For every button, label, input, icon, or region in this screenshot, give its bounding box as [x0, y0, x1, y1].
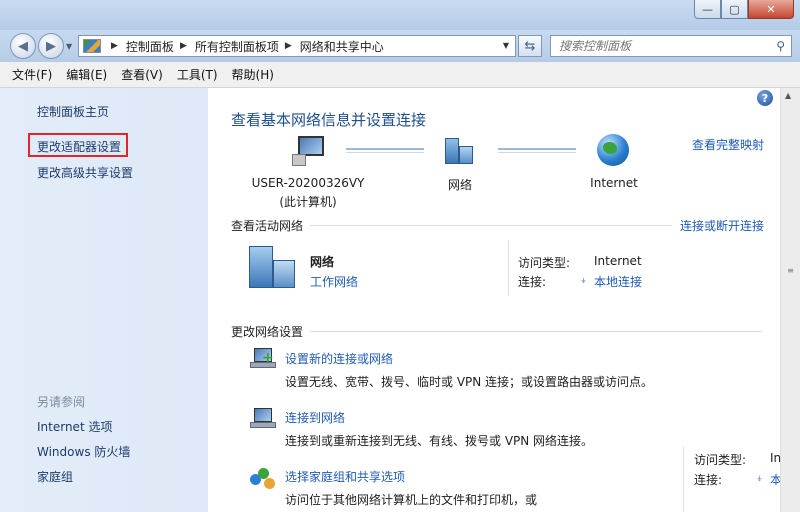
refresh-button[interactable]: ⇆	[518, 35, 542, 57]
forward-button[interactable]: ▶	[38, 33, 64, 59]
scrollbar-grip-icon[interactable]: ≡	[783, 266, 798, 280]
task-homegroup-desc: 访问位于其他网络计算机上的文件和打印机，或	[285, 493, 538, 507]
active-networks-heading: 查看活动网络	[231, 219, 304, 233]
help-icon[interactable]: ?	[757, 90, 773, 106]
connect-network-icon	[250, 408, 276, 432]
map-connector-line	[498, 148, 576, 153]
maximize-button[interactable]: ▢	[721, 0, 748, 19]
search-icon[interactable]: ⚲	[776, 39, 785, 53]
back-button[interactable]: ◀	[10, 33, 36, 59]
overlay-access-type-value: Intern	[770, 451, 780, 465]
section-divider	[310, 225, 672, 226]
computer-sub-label: (此计算机)	[279, 195, 337, 209]
sidebar-link-control-panel-home[interactable]: 控制面板主页	[37, 103, 109, 120]
overlay-access-type-label: 访问类型:	[694, 453, 747, 467]
window-controls: — ▢ ✕	[694, 0, 794, 19]
breadcrumb-network-center[interactable]: 网络和共享中心	[300, 38, 384, 55]
network-type-link[interactable]: 工作网络	[310, 273, 358, 290]
network-icon[interactable]	[445, 138, 475, 164]
menu-bar: 文件(F) 编辑(E) 查看(V) 工具(T) 帮助(H)	[0, 62, 800, 88]
menu-file[interactable]: 文件(F)	[12, 66, 52, 83]
network-label: 网络	[447, 178, 472, 192]
breadcrumb-label: 网络和共享中心	[299, 39, 384, 54]
forward-arrow-icon: ▶	[46, 38, 56, 54]
task-connect-network[interactable]: 连接到网络	[285, 409, 345, 426]
back-arrow-icon: ◀	[18, 38, 28, 54]
scroll-up-icon[interactable]: ▲	[785, 91, 791, 100]
see-also-firewall[interactable]: Windows 防火墙	[37, 443, 130, 460]
refresh-icon: ⇆	[524, 38, 536, 54]
minimize-button[interactable]: —	[694, 0, 721, 19]
search-input[interactable]	[551, 36, 761, 56]
menu-edit[interactable]: 编辑(E)	[66, 66, 107, 83]
see-also-heading: 另请参阅	[37, 395, 86, 409]
overlay-ethernet-icon: ⍖	[756, 471, 764, 485]
task-homegroup[interactable]: 选择家庭组和共享选项	[285, 468, 405, 485]
address-dropdown-icon[interactable]: ▼	[503, 41, 509, 50]
internet-label: Internet	[590, 176, 638, 190]
vertical-scrollbar[interactable]: ▲ ≡	[780, 88, 800, 512]
new-connection-icon: +	[250, 348, 276, 372]
ethernet-icon: ⍖	[580, 273, 588, 287]
active-network-icon	[249, 246, 297, 288]
close-button[interactable]: ✕	[748, 0, 794, 19]
homegroup-icon	[250, 468, 276, 492]
task-setup-connection-desc: 设置无线、宽带、拨号、临时或 VPN 连接；或设置路由器或访问点。	[285, 375, 654, 389]
connection-label: 连接:	[518, 275, 547, 289]
access-type-label: 访问类型:	[518, 256, 571, 270]
title-bar: — ▢ ✕	[0, 0, 800, 30]
task-connect-network-desc: 连接到或重新连接到无线、有线、拨号或 VPN 网络连接。	[285, 434, 594, 448]
sidebar-link-change-adapter[interactable]: 更改适配器设置	[37, 138, 121, 155]
internet-globe-icon[interactable]	[597, 134, 629, 166]
breadcrumb-root-sep: ▶	[111, 41, 118, 51]
task-setup-connection[interactable]: 设置新的连接或网络	[285, 350, 393, 367]
address-bar[interactable]: ▶ 控制面板 ▶ 所有控制面板项 ▶ 网络和共享中心 ▼	[78, 35, 516, 57]
overlay-local-connection-link[interactable]: 本地	[770, 471, 780, 488]
map-connector-line	[346, 148, 424, 153]
section-divider	[310, 331, 762, 332]
breadcrumb-control-panel[interactable]: 控制面板 ▶	[126, 38, 195, 55]
search-box[interactable]: ⚲	[550, 35, 792, 57]
connect-disconnect-link[interactable]: 连接或断开连接	[680, 217, 764, 234]
local-connection-link[interactable]: 本地连接	[594, 273, 642, 290]
navigation-bar: ◀ ▶ ▼ ▶ 控制面板▶ 所有控制面板项▶ 网络和共享中心 ▼ ⇆ ⚲	[0, 30, 800, 62]
page-title: 查看基本网络信息并设置连接	[231, 111, 427, 129]
computer-name-label: USER-20200326VY	[251, 176, 365, 190]
menu-help[interactable]: 帮助(H)	[232, 66, 274, 83]
active-network-name: 网络	[310, 255, 335, 269]
view-full-map-link[interactable]: 查看完整映射	[692, 136, 764, 153]
breadcrumb-label: 控制面板	[125, 39, 174, 54]
see-also-homegroup[interactable]: 家庭组	[37, 468, 73, 485]
vertical-divider	[508, 240, 509, 296]
access-type-value: Internet	[594, 254, 642, 268]
breadcrumb-all-items[interactable]: 所有控制面板项 ▶	[195, 38, 300, 55]
control-panel-icon	[83, 39, 101, 53]
recent-pages-dropdown[interactable]: ▼	[66, 42, 72, 51]
breadcrumb-label: 所有控制面板项	[194, 39, 279, 54]
change-settings-heading: 更改网络设置	[231, 325, 304, 339]
computer-icon[interactable]	[292, 136, 326, 166]
overlay-connection-label: 连接:	[694, 473, 723, 487]
menu-view[interactable]: 查看(V)	[121, 66, 163, 83]
see-also-internet-options[interactable]: Internet 选项	[37, 418, 112, 435]
sidebar: 控制面板主页 更改适配器设置 更改高级共享设置 另请参阅 Internet 选项…	[0, 88, 208, 512]
menu-tools[interactable]: 工具(T)	[177, 66, 218, 83]
sidebar-link-advanced-sharing[interactable]: 更改高级共享设置	[37, 164, 133, 181]
